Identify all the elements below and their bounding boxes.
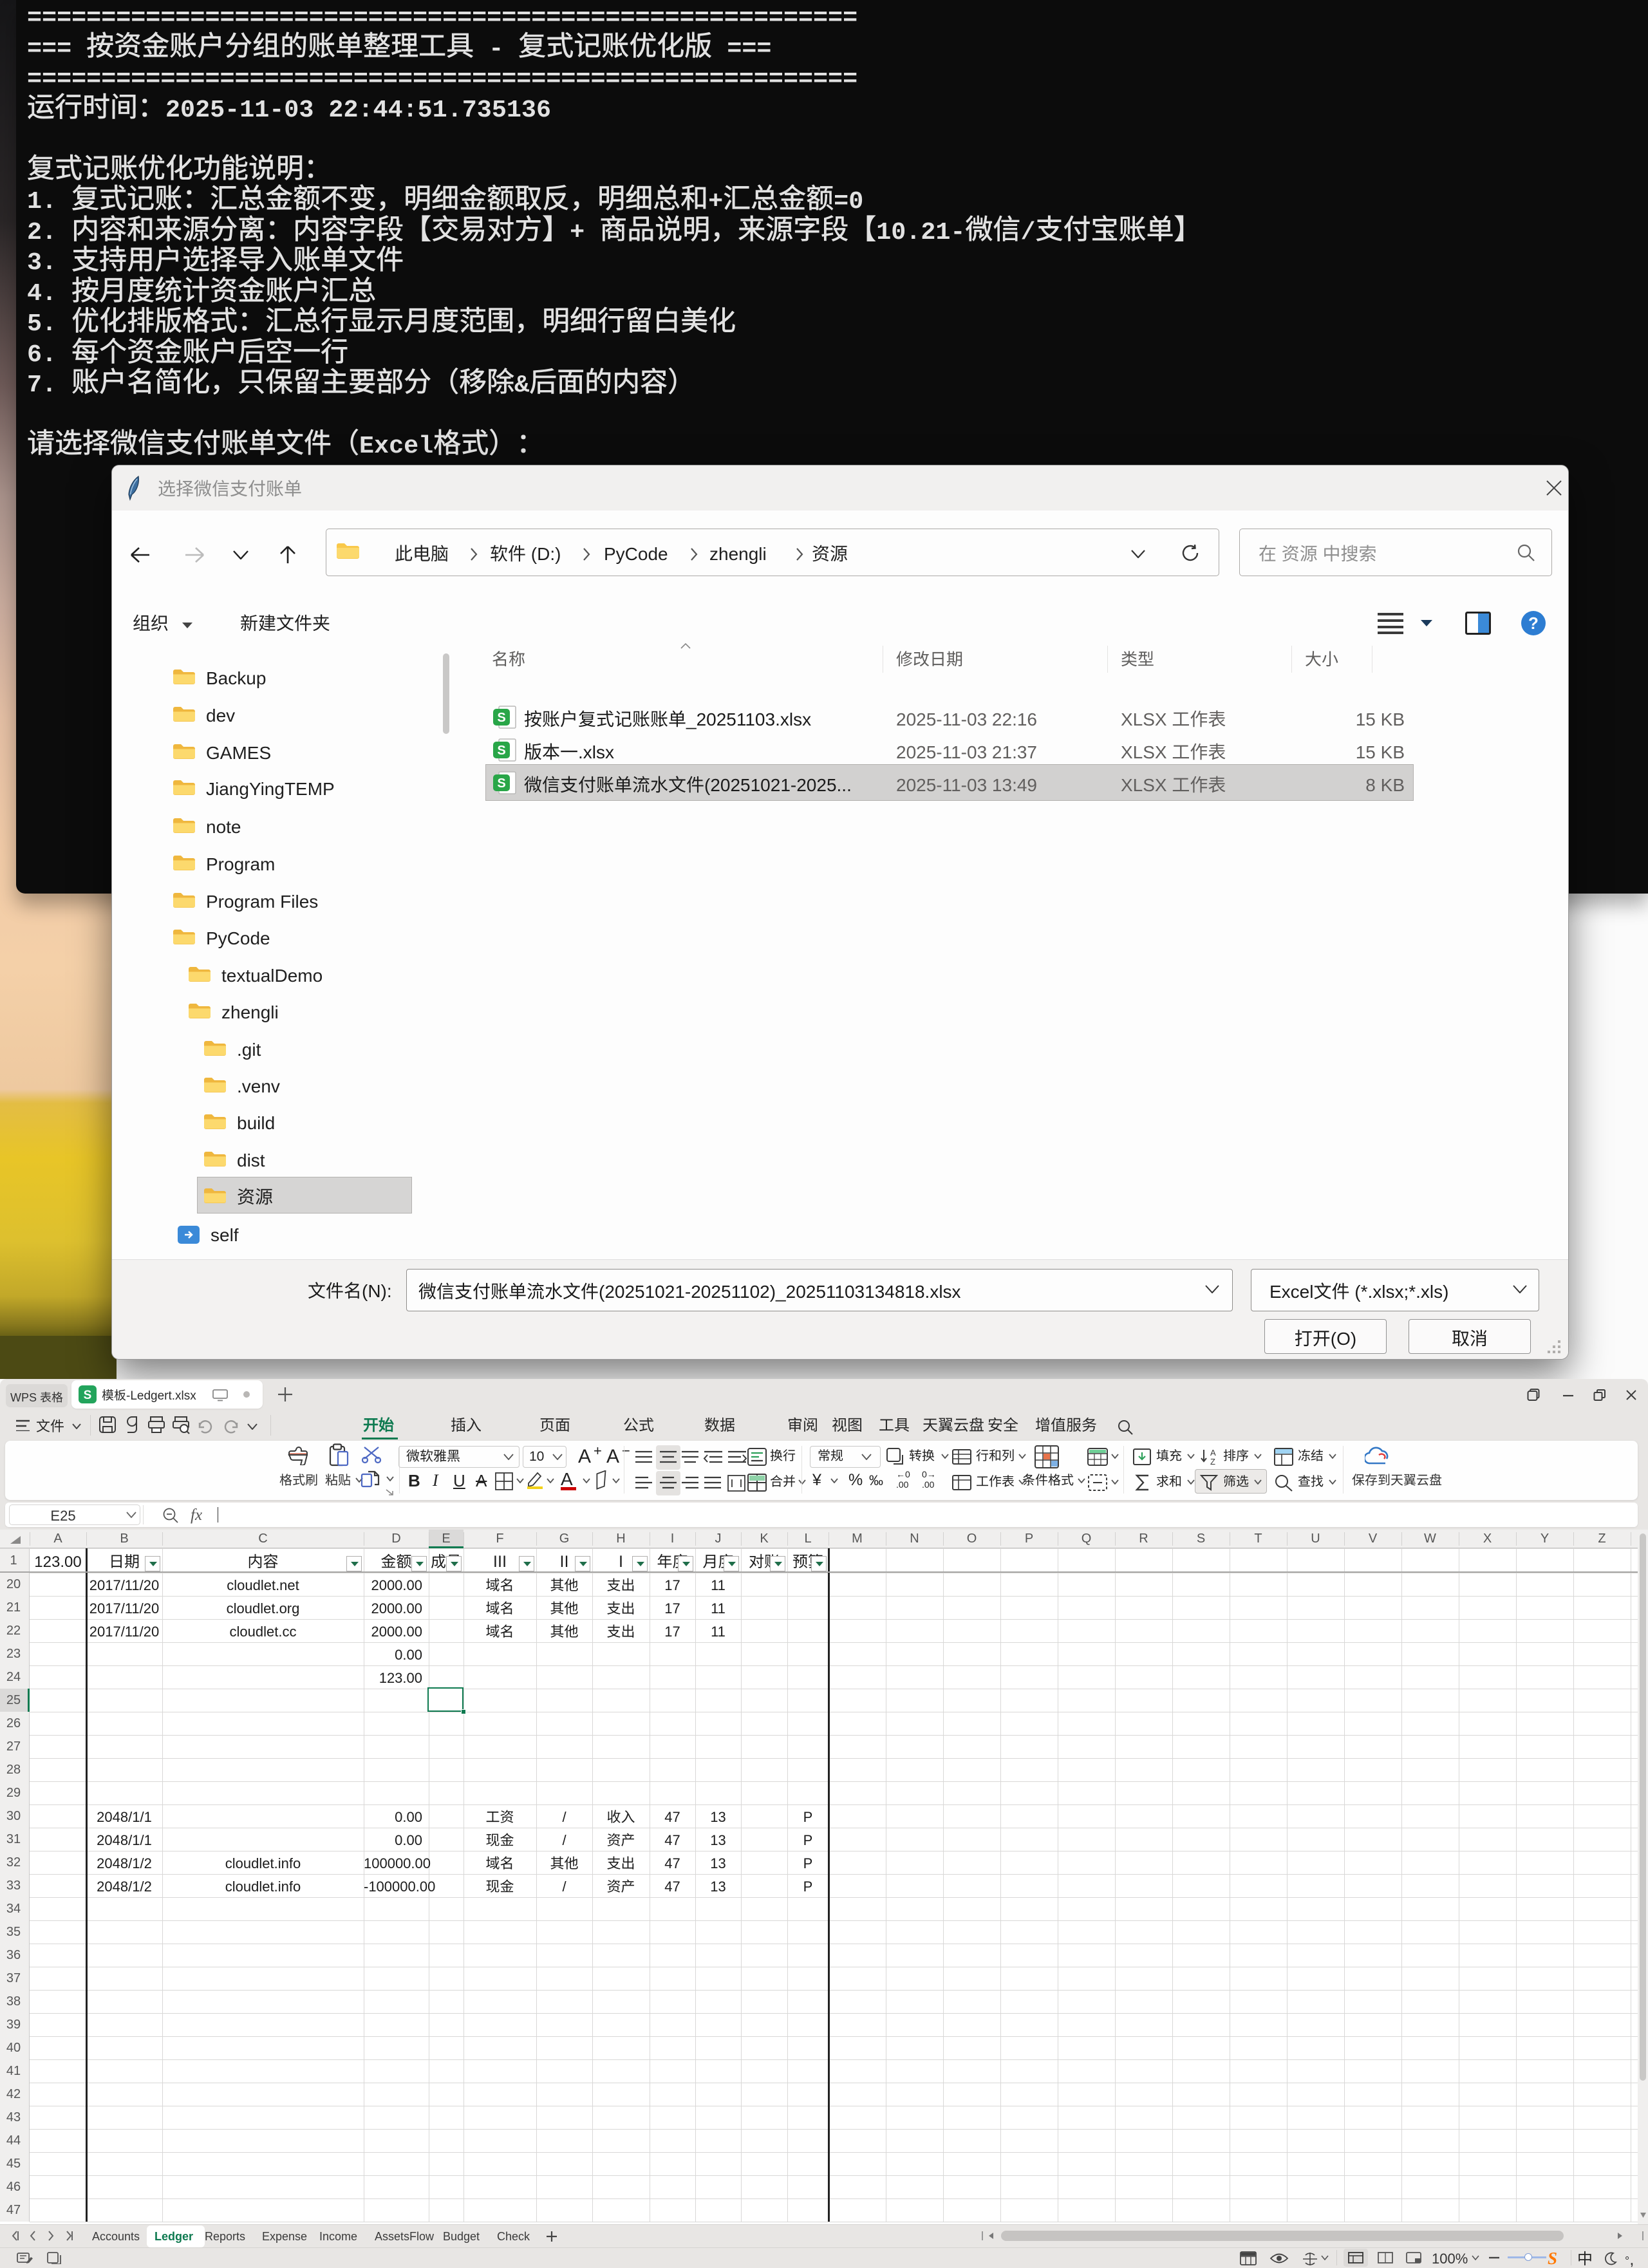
svg-text:S: S — [497, 744, 505, 758]
svg-text:Z: Z — [1210, 1457, 1215, 1467]
svg-text:S: S — [497, 711, 505, 725]
svg-text:S: S — [497, 776, 505, 791]
svg-text:A: A — [1210, 1448, 1216, 1457]
svg-text:?: ? — [1528, 614, 1539, 633]
svg-text:S: S — [84, 1389, 92, 1402]
